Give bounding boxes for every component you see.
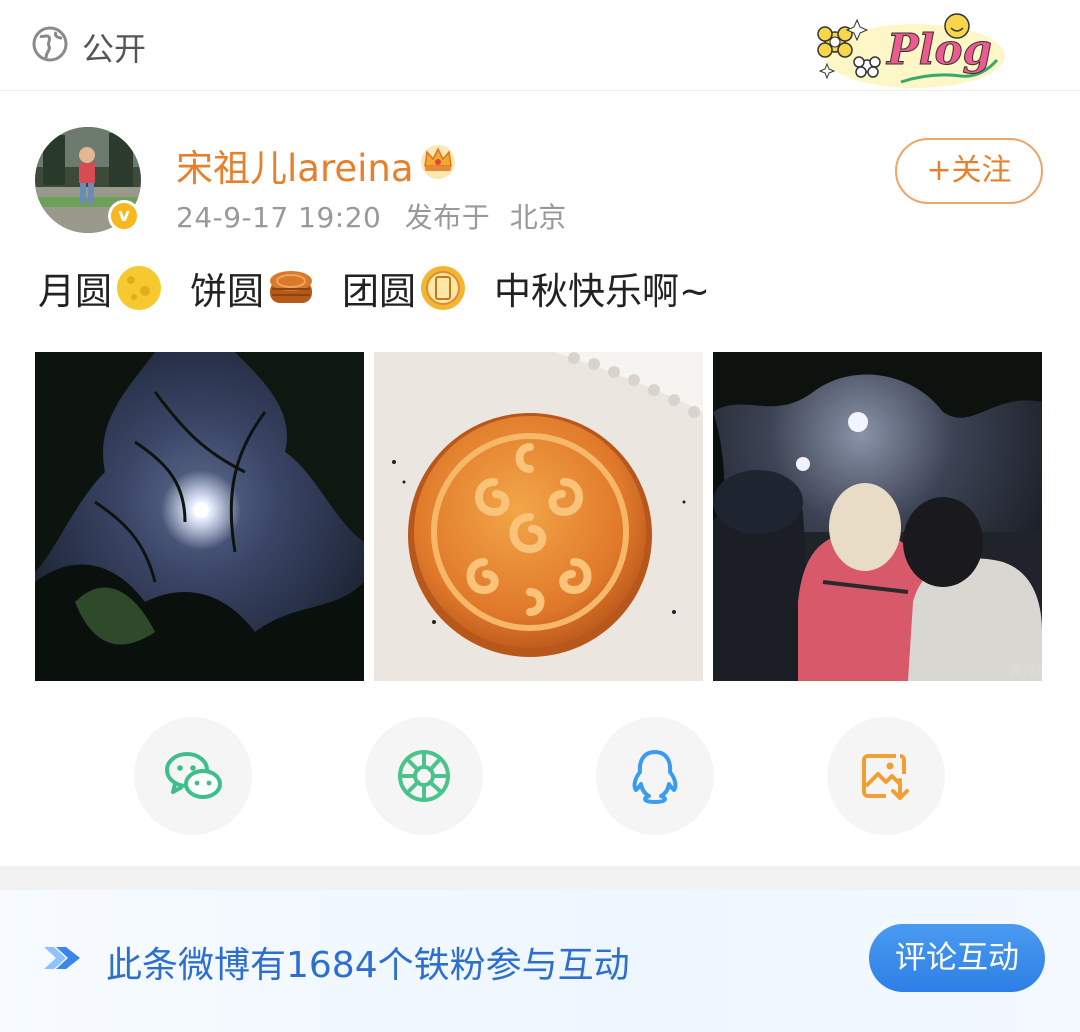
share-wechat-button[interactable]: [134, 717, 252, 835]
follow-button[interactable]: +关注: [895, 138, 1043, 204]
photo-watermark: 微博@: [1009, 663, 1042, 678]
moments-icon: [398, 750, 450, 802]
section-divider: [0, 866, 1080, 890]
top-bar: 公开 Plog: [0, 0, 1080, 91]
globe-icon: [32, 26, 68, 62]
post-timestamp: 24-9-17 19:20: [176, 201, 382, 234]
tuanyuan-emoji: [421, 266, 465, 310]
plog-sticker-text: Plog: [886, 25, 992, 74]
wechat-icon: [165, 752, 222, 799]
visibility-label[interactable]: 公开: [82, 24, 146, 70]
post-location: 北京: [509, 201, 567, 234]
fan-interaction-text: 此条微博有1684个铁粉参与互动: [106, 945, 630, 986]
share-qq-button[interactable]: [596, 717, 714, 835]
comment-interact-button[interactable]: 评论互动: [869, 924, 1045, 992]
crown-icon: [421, 145, 455, 179]
plog-sticker: Plog: [817, 13, 1005, 88]
post-text: 月圆 饼圆 团圆 中秋快乐啊~: [38, 262, 710, 314]
mooncake-emoji: [270, 271, 312, 303]
share-moments-button[interactable]: [365, 717, 483, 835]
full-moon-emoji: [117, 266, 161, 310]
save-image-button[interactable]: [827, 717, 945, 835]
location-prefix: 发布于: [404, 201, 491, 234]
post-text-part: 团圆: [342, 270, 416, 313]
post-text-part: 饼圆: [190, 270, 264, 313]
photo-moon-through-trees[interactable]: [35, 352, 364, 681]
verified-badge: v: [108, 200, 140, 232]
play-arrows-icon: [44, 947, 80, 969]
username[interactable]: 宋祖儿lareina: [176, 138, 414, 192]
photo-family-moon-viewing[interactable]: 微博@: [713, 352, 1042, 681]
save-image-icon: [862, 754, 909, 800]
post-text-part: 月圆: [38, 270, 112, 313]
post-text-part: 中秋快乐啊~: [494, 270, 711, 313]
post-meta: 24-9-17 19:20 发布于 北京: [176, 196, 567, 236]
qq-icon: [632, 750, 678, 804]
photo-mooncake[interactable]: [374, 352, 703, 681]
